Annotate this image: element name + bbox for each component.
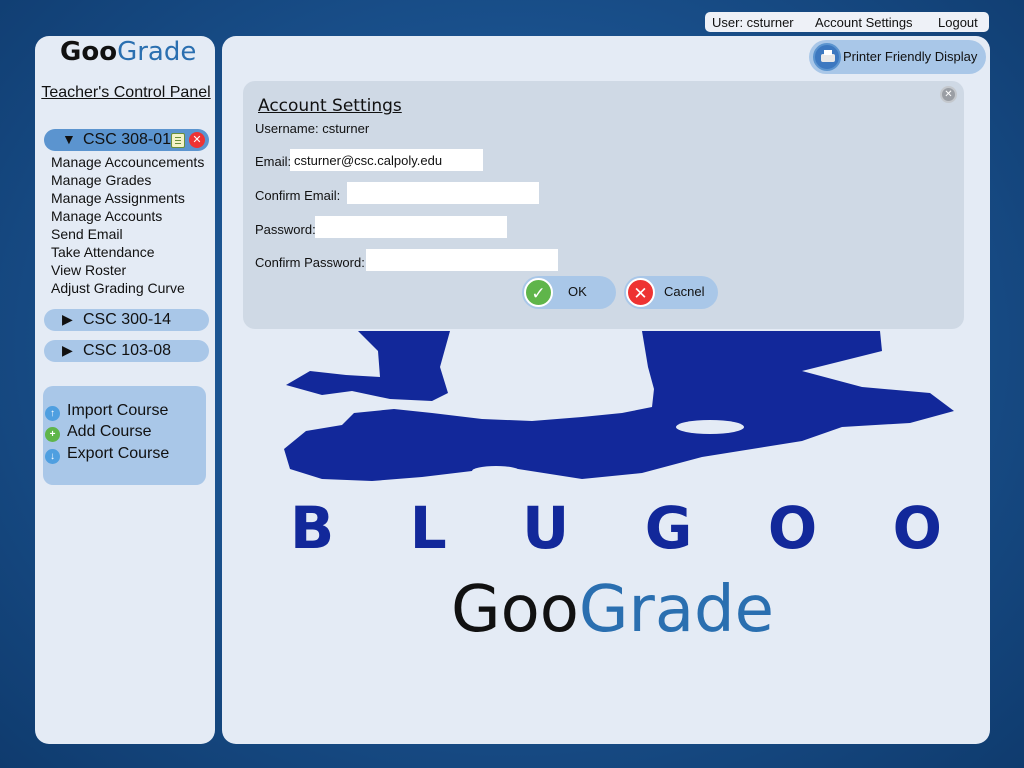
- delete-course-icon[interactable]: ✕: [189, 132, 205, 148]
- splash-hole-2: [472, 466, 520, 476]
- import-course-label: Import Course: [67, 402, 169, 419]
- goograde-big-logo: GooGrade: [451, 573, 774, 647]
- menu-take-attendance[interactable]: Take Attendance: [51, 244, 204, 262]
- username-row: Username: csturner: [255, 121, 369, 136]
- logo-part-blue: Grade: [117, 37, 197, 67]
- course-tools-panel: ↑ Import Course + Add Course ↓ Export Co…: [43, 386, 206, 485]
- close-icon[interactable]: ✕: [940, 86, 957, 103]
- up-arrow-icon: ↑: [45, 406, 60, 421]
- checkmark-icon: ✓: [524, 278, 553, 307]
- blugoo-letter: U: [522, 494, 570, 562]
- user-label: User: csturner: [712, 15, 794, 30]
- blugoo-splash-art: [284, 331, 954, 481]
- account-settings-link[interactable]: Account Settings: [815, 15, 913, 30]
- logo-part-dark: Goo: [60, 37, 118, 67]
- confirm-email-label: Confirm Email:: [255, 188, 341, 203]
- blugoo-letter: G: [644, 494, 693, 562]
- username-label: Username:: [255, 121, 319, 136]
- menu-manage-assignments[interactable]: Manage Assignments: [51, 190, 204, 208]
- printer-icon: [813, 43, 841, 71]
- course-name: CSC 300-14: [83, 311, 172, 328]
- close-x-icon: ✕: [626, 278, 655, 307]
- panel-title: Teacher's Control Panel: [41, 84, 211, 101]
- export-course-label: Export Course: [67, 445, 170, 462]
- splash-upper-left: [286, 331, 450, 401]
- blugoo-letter: O: [767, 494, 818, 562]
- confirm-password-label: Confirm Password:: [255, 255, 365, 270]
- logo-part-dark: Goo: [451, 573, 579, 647]
- email-label: Email:: [255, 154, 292, 169]
- menu-manage-accounts[interactable]: Manage Accounts: [51, 208, 204, 226]
- add-course-label: Add Course: [67, 423, 152, 440]
- expand-arrow-icon: ▶: [62, 342, 73, 358]
- course-name: CSC 308-01: [83, 131, 172, 148]
- cancel-label: Cacnel: [664, 284, 705, 299]
- password-field[interactable]: [315, 216, 507, 238]
- password-label: Password:: [255, 222, 316, 237]
- blugoo-wordmark: B L U G O O: [290, 488, 942, 568]
- course-csc-103-08[interactable]: ▶ CSC 103-08: [44, 340, 209, 362]
- confirm-password-field[interactable]: [366, 249, 558, 271]
- email-field[interactable]: [290, 149, 483, 171]
- logo-part-blue: Grade: [578, 573, 775, 647]
- goograde-logo: GooGrade: [60, 37, 196, 67]
- main-panel: Printer Friendly Display B L U G O O Goo…: [222, 36, 990, 744]
- edit-course-icon[interactable]: [171, 133, 185, 148]
- menu-manage-announcements[interactable]: Manage Accouncements: [51, 154, 204, 172]
- account-settings-dialog: ✕ Account Settings Username: csturner Em…: [243, 81, 964, 329]
- menu-adjust-grading-curve[interactable]: Adjust Grading Curve: [51, 280, 204, 298]
- menu-send-email[interactable]: Send Email: [51, 226, 204, 244]
- ok-label: OK: [568, 284, 587, 299]
- blugoo-letter: O: [892, 494, 942, 562]
- course-name: CSC 103-08: [83, 342, 172, 359]
- username-value: csturner: [322, 121, 370, 136]
- expand-arrow-icon: ▶: [62, 311, 73, 327]
- course-csc-300-14[interactable]: ▶ CSC 300-14: [44, 309, 209, 331]
- splash-hole-1: [676, 420, 744, 434]
- user-bar: User: csturner Account Settings Logout: [705, 12, 989, 32]
- confirm-email-field[interactable]: [347, 182, 539, 204]
- course-menu: Manage Accouncements Manage Grades Manag…: [51, 154, 204, 298]
- down-arrow-icon: ↓: [45, 449, 60, 464]
- menu-manage-grades[interactable]: Manage Grades: [51, 172, 204, 190]
- plus-icon: +: [45, 427, 60, 442]
- printer-friendly-label: Printer Friendly Display: [843, 49, 978, 64]
- sidebar: GooGrade Teacher's Control Panel ▼ CSC 3…: [35, 36, 215, 744]
- course-csc-308-01[interactable]: ▼ CSC 308-01 ✕: [44, 129, 209, 151]
- ok-button[interactable]: ✓ OK: [522, 276, 616, 309]
- logout-link[interactable]: Logout: [938, 15, 978, 30]
- printer-friendly-button[interactable]: Printer Friendly Display: [809, 40, 986, 74]
- menu-view-roster[interactable]: View Roster: [51, 262, 204, 280]
- blugoo-letter: L: [409, 494, 447, 562]
- dialog-title: Account Settings: [258, 96, 402, 116]
- expand-arrow-icon: ▼: [62, 131, 76, 147]
- blugoo-letter: B: [290, 494, 335, 562]
- cancel-button[interactable]: ✕ Cacnel: [624, 276, 718, 309]
